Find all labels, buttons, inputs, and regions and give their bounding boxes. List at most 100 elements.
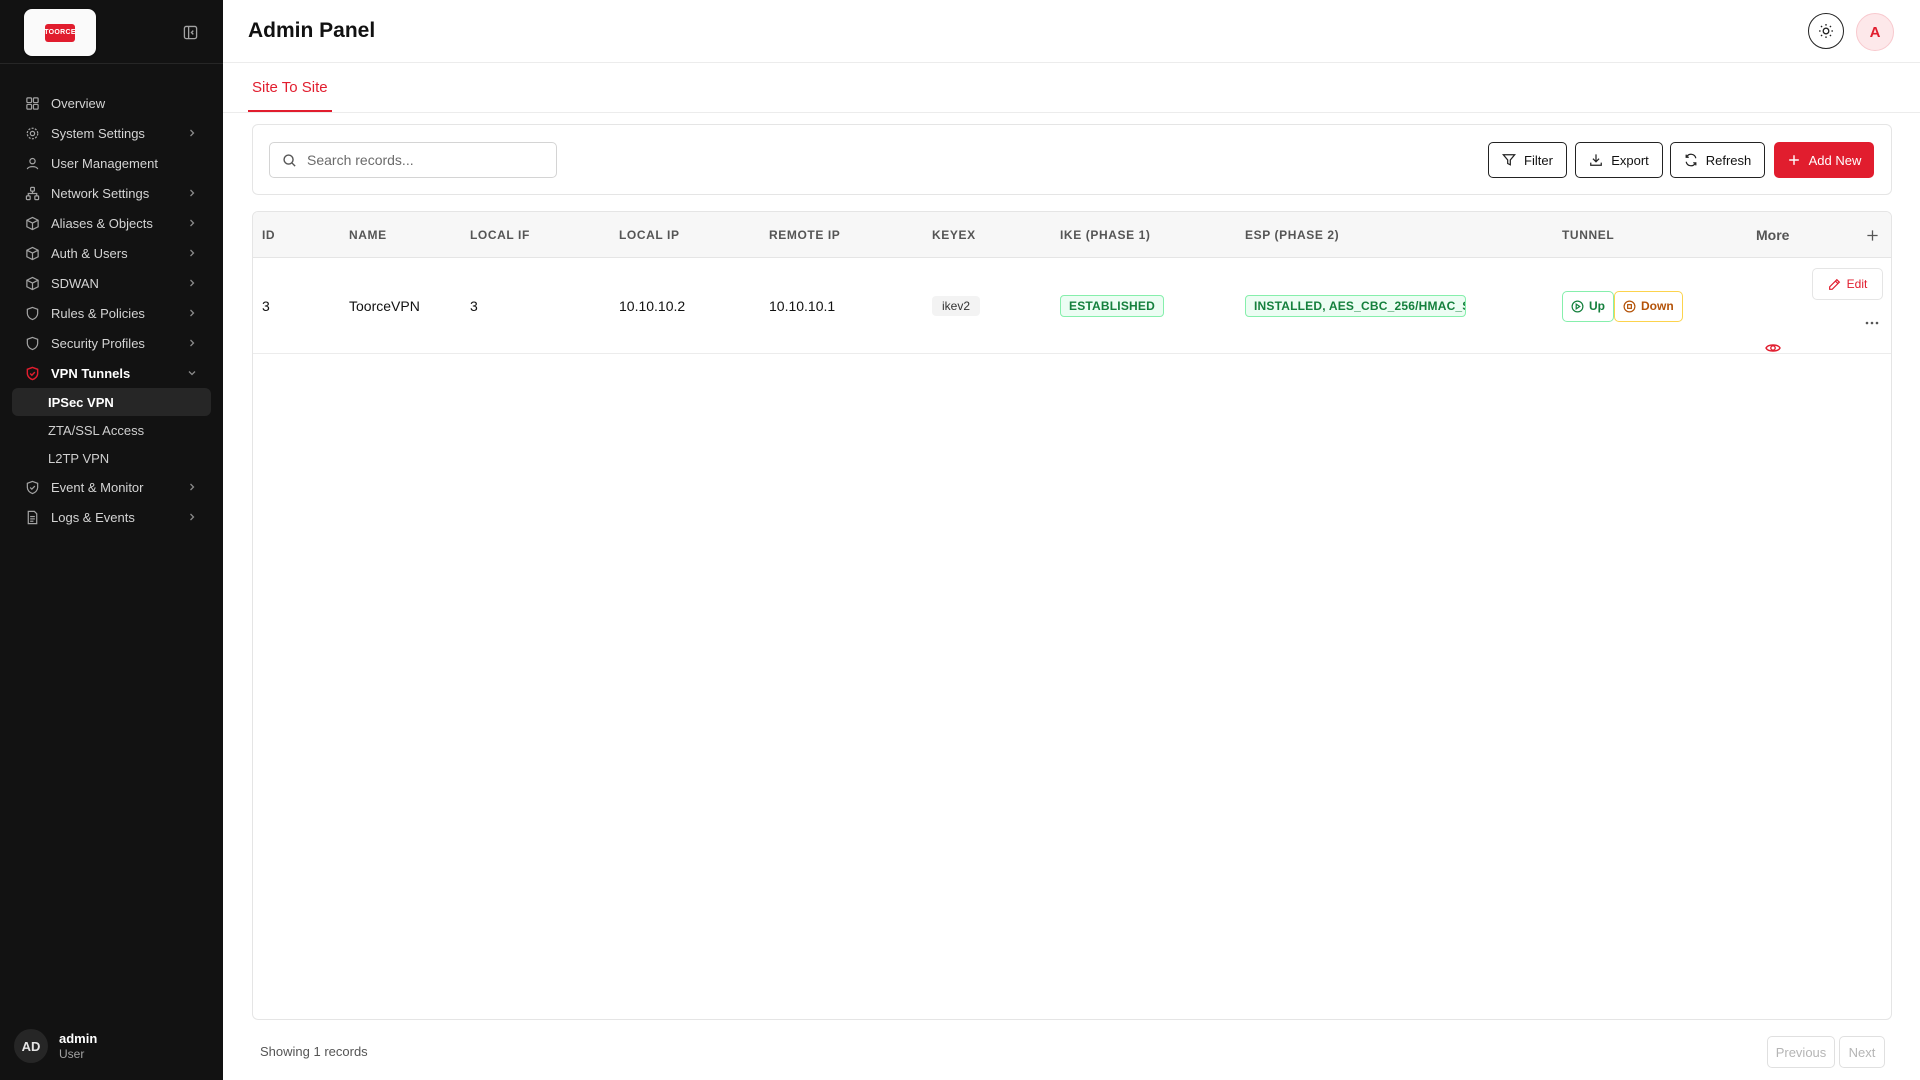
sidebar-item-label: Security Profiles (51, 335, 145, 351)
sidebar-item-overview[interactable]: Overview (12, 88, 211, 118)
download-icon (1590, 154, 1603, 166)
sidebar-item-event-monitor[interactable]: Event & Monitor (12, 472, 211, 502)
sidebar-item-network-settings[interactable]: Network Settings (12, 178, 211, 208)
keyex-badge: ikev2 (932, 296, 981, 316)
sidebar-item-security-profiles[interactable]: Security Profiles (12, 328, 211, 358)
logo-text: TOORCE (44, 29, 76, 36)
sidebar-user-profile[interactable]: AD admin User (14, 1028, 209, 1064)
tunnel-up-button[interactable]: Up (1562, 290, 1614, 322)
user-role: User (59, 1046, 85, 1061)
user-avatar-button[interactable]: A (1856, 13, 1894, 51)
cell-remote-ip: 10.10.10.1 (769, 298, 836, 314)
sidebar-item-label: System Settings (51, 125, 145, 141)
sidebar-item-label: Network Settings (51, 185, 150, 201)
filter-button-label: Filter (1524, 152, 1553, 168)
chevron-right-icon (185, 216, 199, 230)
refresh-button[interactable]: Refresh (1670, 142, 1765, 178)
add-new-button-label: Add New (1808, 152, 1862, 168)
column-header-local-if[interactable]: LOCAL IF (470, 212, 530, 258)
search-box (269, 142, 557, 178)
tunnel-down-button[interactable]: Down (1614, 290, 1683, 322)
records-table: ID NAME LOCAL IF LOCAL IP REMOTE IP KEYE… (252, 211, 1892, 1020)
column-header-keyex[interactable]: KEYEX (932, 212, 976, 258)
sidebar-item-label: Overview (51, 95, 106, 111)
sidebar-subitem-ipsec-vpn[interactable]: IPSec VPN (12, 388, 211, 416)
add-column-icon[interactable] (1864, 227, 1880, 243)
tab-bar: Site To Site (223, 63, 1920, 113)
sidebar-divider (0, 63, 223, 64)
sidebar-item-system-settings[interactable]: System Settings (12, 118, 211, 148)
column-header-remote-ip[interactable]: REMOTE IP (769, 212, 840, 258)
table-row[interactable]: 3 ToorceVPN 3 10.10.10.2 10.10.10.1 ikev… (253, 258, 1891, 354)
add-new-button[interactable]: Add New (1774, 142, 1874, 178)
refresh-icon (1685, 153, 1697, 167)
column-header-local-ip[interactable]: LOCAL IP (619, 212, 680, 258)
sidebar-subitem-zta-ssl-access[interactable]: ZTA/SSL Access (12, 416, 211, 444)
more-options-icon[interactable] (1863, 316, 1881, 330)
sun-icon (1819, 24, 1833, 38)
sidebar-item-user-management[interactable]: User Management (12, 148, 211, 178)
column-header-esp-phase2[interactable]: ESP (PHASE 2) (1245, 212, 1339, 258)
network-icon (24, 185, 40, 201)
sidebar-collapse-icon[interactable] (181, 23, 199, 41)
search-input[interactable] (307, 152, 547, 168)
pagination-previous-button[interactable]: Previous (1767, 1036, 1835, 1068)
sidebar-item-label: SDWAN (51, 275, 99, 291)
export-button-label: Export (1611, 152, 1649, 168)
cell-local-ip: 10.10.10.2 (619, 298, 686, 314)
cube-icon (24, 215, 40, 231)
pagination-next-button[interactable]: Next (1839, 1036, 1885, 1068)
sidebar-item-vpn-tunnels[interactable]: VPN Tunnels (12, 358, 211, 388)
records-count: Showing 1 records (260, 1044, 368, 1059)
sidebar-item-label: Event & Monitor (51, 479, 144, 495)
sidebar-item-label: Aliases & Objects (51, 215, 153, 231)
chevron-right-icon (185, 276, 199, 290)
sidebar-subitem-l2tp-vpn[interactable]: L2TP VPN (12, 444, 211, 472)
chevron-right-icon (185, 246, 199, 260)
sidebar-item-rules-policies[interactable]: Rules & Policies (12, 298, 211, 328)
chevron-right-icon (185, 306, 199, 320)
shield-icon (24, 305, 40, 321)
tab-site-to-site[interactable]: Site To Site (248, 63, 332, 112)
sidebar-item-label: User Management (51, 155, 158, 171)
sidebar: TOORCE Overview System Settings User Man… (0, 0, 223, 1080)
document-icon (24, 509, 40, 525)
cell-esp-phase2: INSTALLED, AES_CBC_256/HMAC_S (1245, 258, 1466, 354)
sidebar-item-aliases-objects[interactable]: Aliases & Objects (12, 208, 211, 238)
cell-local-if: 3 (470, 298, 478, 314)
sidebar-item-sdwan[interactable]: SDWAN (12, 268, 211, 298)
column-header-tunnel[interactable]: TUNNEL (1562, 212, 1614, 258)
edit-button-label: Edit (1846, 277, 1868, 291)
pencil-icon (1828, 278, 1840, 290)
view-eye-icon[interactable] (1764, 339, 1782, 357)
chevron-right-icon (185, 480, 199, 494)
play-circle-icon (1571, 300, 1584, 312)
brand-logo[interactable]: TOORCE (24, 9, 96, 56)
user-name: admin (59, 1030, 98, 1046)
column-header-more: More (1756, 227, 1790, 243)
sidebar-nav: Overview System Settings User Management… (12, 88, 211, 532)
export-button[interactable]: Export (1575, 142, 1663, 178)
sidebar-item-label: Logs & Events (51, 509, 135, 525)
logo-mark: TOORCE (44, 23, 76, 42)
chevron-right-icon (185, 336, 199, 350)
sidebar-item-auth-users[interactable]: Auth & Users (12, 238, 211, 268)
filter-button[interactable]: Filter (1488, 142, 1567, 178)
column-header-name[interactable]: NAME (349, 212, 387, 258)
column-header-id[interactable]: ID (262, 212, 275, 258)
user-icon (24, 155, 40, 171)
edit-button[interactable]: Edit (1812, 268, 1883, 300)
shield-icon (24, 335, 40, 351)
shield-check-icon (24, 479, 40, 495)
cell-name: ToorceVPN (349, 298, 420, 314)
avatar: AD (14, 1029, 48, 1063)
theme-toggle-button[interactable] (1808, 13, 1844, 49)
chevron-right-icon (185, 510, 199, 524)
sidebar-item-logs-events[interactable]: Logs & Events (12, 502, 211, 532)
chevron-down-icon (185, 366, 199, 380)
top-header: Admin Panel A (223, 0, 1920, 63)
tunnel-down-label: Down (1641, 299, 1674, 313)
cell-keyex: ikev2 (932, 258, 981, 354)
shield-check-icon (24, 365, 40, 381)
column-header-ike-phase1[interactable]: IKE (PHASE 1) (1060, 212, 1150, 258)
